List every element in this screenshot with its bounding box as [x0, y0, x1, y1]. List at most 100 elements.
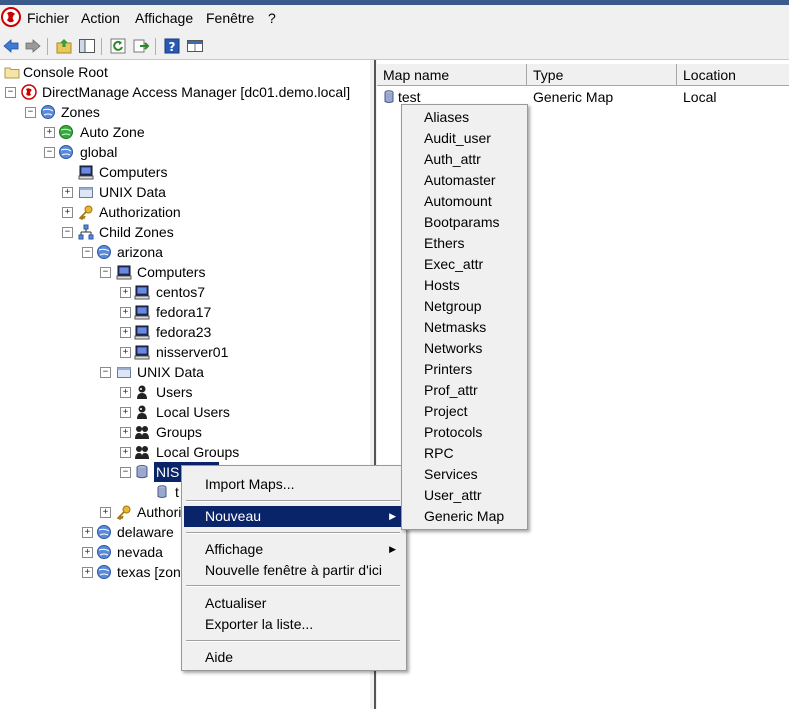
collapse-icon[interactable]: −	[62, 227, 73, 238]
submenu-item-audit-user[interactable]: Audit_user	[424, 128, 491, 149]
menu-item-import-maps[interactable]: Import Maps...	[184, 474, 402, 495]
submenu-item-auth-attr[interactable]: Auth_attr	[424, 149, 481, 170]
tree-node-manager[interactable]: − DirectManage Access Manager [dc01.demo…	[0, 82, 370, 102]
tree-label: Zones	[61, 104, 100, 120]
menu-separator	[186, 500, 400, 502]
expand-icon[interactable]: +	[120, 447, 131, 458]
menu-item-aide[interactable]: Aide	[184, 647, 402, 668]
submenu-item-rpc[interactable]: RPC	[424, 443, 454, 464]
tree-node-global-computers[interactable]: Computers	[0, 162, 370, 182]
submenu-item-services[interactable]: Services	[424, 464, 478, 485]
forward-icon[interactable]	[24, 37, 42, 55]
app-logo-icon[interactable]	[1, 7, 21, 27]
expand-icon[interactable]: +	[120, 307, 131, 318]
tree-node-arizona-computers[interactable]: − Computers	[0, 262, 370, 282]
collapse-icon[interactable]: −	[82, 247, 93, 258]
menu-affichage[interactable]: Affichage	[135, 10, 193, 26]
tree-node-global-unix-data[interactable]: + UNIX Data	[0, 182, 370, 202]
submenu-item-printers[interactable]: Printers	[424, 359, 472, 380]
menu-item-affichage[interactable]: Affichage ▶	[184, 539, 402, 560]
expand-icon[interactable]: +	[120, 407, 131, 418]
expand-icon[interactable]: +	[100, 507, 111, 518]
expand-icon[interactable]: +	[62, 187, 73, 198]
tree-node-nisserver01[interactable]: + nisserver01	[0, 342, 370, 362]
menu-item-actualiser[interactable]: Actualiser	[184, 593, 402, 614]
submenu-item-ethers[interactable]: Ethers	[424, 233, 464, 254]
tree-node-arizona-unix-data[interactable]: − UNIX Data	[0, 362, 370, 382]
tree-node-centos7[interactable]: + centos7	[0, 282, 370, 302]
tree-node-console-root[interactable]: Console Root	[0, 62, 370, 82]
column-header-location[interactable]: Location	[677, 64, 789, 86]
submenu-item-automount[interactable]: Automount	[424, 191, 492, 212]
tree-node-groups[interactable]: + Groups	[0, 422, 370, 442]
toolbar-separator	[155, 38, 156, 55]
expand-icon[interactable]: +	[120, 387, 131, 398]
tree-label: Console Root	[23, 64, 108, 80]
expand-icon[interactable]: +	[120, 327, 131, 338]
menu-item-exporter[interactable]: Exporter la liste...	[184, 614, 402, 635]
collapse-icon[interactable]: −	[5, 87, 16, 98]
submenu-item-hosts[interactable]: Hosts	[424, 275, 460, 296]
submenu-item-networks[interactable]: Networks	[424, 338, 482, 359]
submenu-item-protocols[interactable]: Protocols	[424, 422, 482, 443]
tree-node-fedora23[interactable]: + fedora23	[0, 322, 370, 342]
tree-node-users[interactable]: + Users	[0, 382, 370, 402]
submenu-item-prof-attr[interactable]: Prof_attr	[424, 380, 478, 401]
collapse-icon[interactable]: −	[44, 147, 55, 158]
properties-icon[interactable]	[186, 37, 204, 55]
expand-icon[interactable]: +	[82, 567, 93, 578]
menu-item-label: Affichage	[205, 541, 264, 557]
submenu-item-exec-attr[interactable]: Exec_attr	[424, 254, 483, 275]
expand-icon[interactable]: +	[82, 527, 93, 538]
computer-icon	[78, 164, 94, 180]
submenu-item-user-attr[interactable]: User_attr	[424, 485, 482, 506]
nis-map-icon	[154, 484, 170, 500]
collapse-icon[interactable]: −	[100, 367, 111, 378]
submenu-item-netgroup[interactable]: Netgroup	[424, 296, 482, 317]
menu-action[interactable]: Action	[81, 10, 120, 26]
up-folder-icon[interactable]	[55, 37, 73, 55]
menu-fenetre[interactable]: Fenêtre	[206, 10, 254, 26]
submenu-item-aliases[interactable]: Aliases	[424, 107, 469, 128]
submenu-item-bootparams[interactable]: Bootparams	[424, 212, 499, 233]
tree-node-auto-zone[interactable]: + Auto Zone	[0, 122, 370, 142]
tree-label: Auto Zone	[80, 124, 145, 140]
submenu-item-project[interactable]: Project	[424, 401, 468, 422]
submenu-item-netmasks[interactable]: Netmasks	[424, 317, 486, 338]
menu-item-label: Exporter la liste...	[205, 616, 314, 632]
menu-item-nouvelle-fenetre[interactable]: Nouvelle fenêtre à partir d'ici	[184, 560, 402, 581]
tree-node-fedora17[interactable]: + fedora17	[0, 302, 370, 322]
expand-icon[interactable]: +	[120, 287, 131, 298]
help-icon[interactable]: ?	[163, 37, 181, 55]
refresh-icon[interactable]	[109, 37, 127, 55]
expand-icon[interactable]: +	[62, 207, 73, 218]
menu-help[interactable]: ?	[268, 10, 276, 26]
menu-fichier[interactable]: Fichier	[27, 10, 69, 26]
column-header-map-name[interactable]: Map name	[377, 64, 527, 86]
tree-node-local-users[interactable]: + Local Users	[0, 402, 370, 422]
tree-node-child-zones[interactable]: − Child Zones	[0, 222, 370, 242]
collapse-icon[interactable]: −	[100, 267, 111, 278]
expand-icon[interactable]: +	[82, 547, 93, 558]
export-icon[interactable]	[132, 37, 150, 55]
tree-node-local-groups[interactable]: + Local Groups	[0, 442, 370, 462]
tree-node-zones[interactable]: − Zones	[0, 102, 370, 122]
show-hide-tree-icon[interactable]	[78, 37, 96, 55]
submenu-item-generic-map[interactable]: Generic Map	[424, 506, 504, 527]
tree-node-global[interactable]: − global	[0, 142, 370, 162]
unix-data-folder-icon	[78, 184, 94, 200]
expand-icon[interactable]: +	[120, 347, 131, 358]
column-header-type[interactable]: Type	[527, 64, 677, 86]
collapse-icon[interactable]: −	[25, 107, 36, 118]
tree-label: Local Users	[156, 404, 230, 420]
nis-map-icon	[381, 89, 397, 105]
menu-item-nouveau[interactable]: Nouveau ▶	[184, 506, 402, 527]
submenu-item-automaster[interactable]: Automaster	[424, 170, 496, 191]
tree-node-arizona[interactable]: − arizona	[0, 242, 370, 262]
expand-icon[interactable]: +	[44, 127, 55, 138]
menu-item-label: Aide	[205, 649, 234, 665]
collapse-icon[interactable]: −	[120, 467, 131, 478]
expand-icon[interactable]: +	[120, 427, 131, 438]
tree-node-global-authorization[interactable]: + Authorization	[0, 202, 370, 222]
back-icon[interactable]	[2, 37, 20, 55]
